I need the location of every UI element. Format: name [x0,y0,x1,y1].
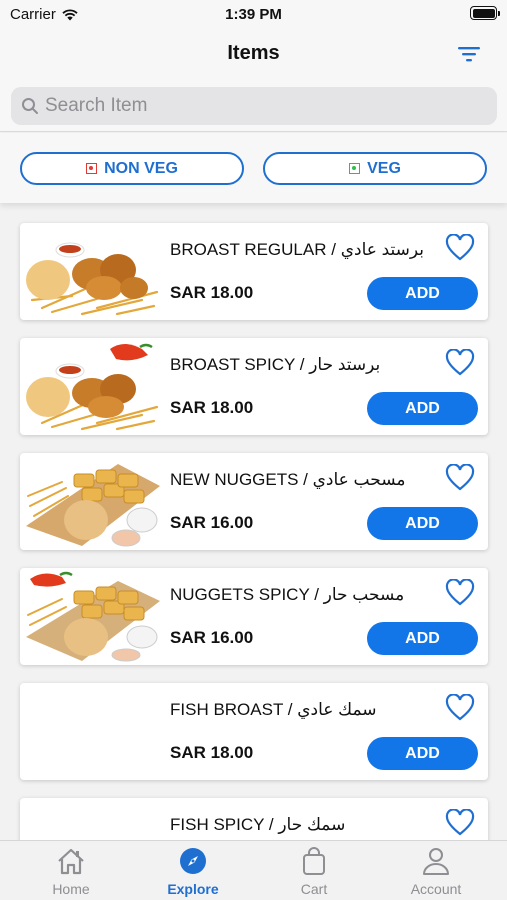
page-title: Items [227,42,280,64]
navigation-bar: Items [0,28,507,80]
person-icon [423,848,449,875]
non-veg-label: NON VEG [104,159,178,177]
filter-icon[interactable] [457,44,481,64]
favorite-heart-icon[interactable] [445,234,475,262]
favorite-heart-icon[interactable] [445,464,475,492]
item-card[interactable]: BROAST REGULAR / برستد عادي SAR 18.00 AD… [20,223,488,320]
add-button[interactable]: ADD [367,507,478,540]
item-card[interactable]: FISH SPICY / سمك حار [20,798,488,840]
tab-label: Home [52,881,90,897]
search-icon [22,98,38,114]
battery-level [472,8,495,18]
tab-account[interactable]: Account [373,841,499,900]
item-price: SAR 18.00 [170,283,254,302]
item-price: SAR 18.00 [170,743,254,762]
nuggets-spicy-image [26,571,160,662]
search-bar-container [0,80,507,132]
add-button[interactable]: ADD [367,277,478,310]
tab-home[interactable]: Home [8,841,134,900]
battery-icon [470,6,500,20]
status-bar: Carrier 1:39 PM [0,0,507,28]
item-name: BROAST SPICY / برستد حار [170,355,381,374]
item-card[interactable]: FISH BROAST / سمك عادي SAR 18.00 ADD [20,683,488,780]
add-button[interactable]: ADD [367,622,478,655]
item-name: BROAST REGULAR / برستد عادي [170,240,425,259]
tab-label: Cart [300,881,328,897]
veg-label: VEG [367,159,401,177]
item-card[interactable]: NUGGETS SPICY / مسحب حار SAR 16.00 ADD [20,568,488,665]
item-name: FISH BROAST / سمك عادي [170,700,377,719]
add-button[interactable]: ADD [367,392,478,425]
item-name: FISH SPICY / سمك حار [170,815,346,834]
tab-cart[interactable]: Cart [251,841,377,900]
clock: 1:39 PM [225,6,282,23]
item-price: SAR 16.00 [170,628,254,647]
item-price: SAR 16.00 [170,513,254,532]
tab-label: Account [410,881,462,897]
diet-filter-bar: NON VEG VEG [0,133,507,203]
items-list[interactable]: BROAST REGULAR / برستد عادي SAR 18.00 AD… [0,203,507,840]
item-card[interactable]: BROAST SPICY / برستد حار SAR 18.00 ADD [20,338,488,435]
favorite-heart-icon[interactable] [445,809,475,837]
favorite-heart-icon[interactable] [445,579,475,607]
item-name: NUGGETS SPICY / مسحب حار [170,585,405,604]
non-veg-icon [86,163,98,174]
bag-icon [303,847,325,875]
search-input[interactable] [45,95,465,117]
broast-spicy-image [26,343,159,431]
item-card[interactable]: NEW NUGGETS / مسحب عادي SAR 16.00 ADD [20,453,488,550]
favorite-heart-icon[interactable] [445,349,475,377]
home-icon [58,848,84,875]
favorite-heart-icon[interactable] [445,694,475,722]
tab-bar: Home Explore Cart Account [0,840,507,900]
search-bar [11,87,497,125]
veg-icon [349,163,361,174]
veg-filter-button[interactable]: VEG [263,152,487,185]
tab-label: Explore [167,881,219,897]
non-veg-filter-button[interactable]: NON VEG [20,152,244,185]
item-name: NEW NUGGETS / مسحب عادي [170,470,406,489]
tab-explore[interactable]: Explore [130,841,256,900]
compass-icon [180,848,206,874]
item-price: SAR 18.00 [170,398,254,417]
broast-regular-image [26,242,159,316]
add-button[interactable]: ADD [367,737,478,770]
nuggets-image [26,464,160,547]
